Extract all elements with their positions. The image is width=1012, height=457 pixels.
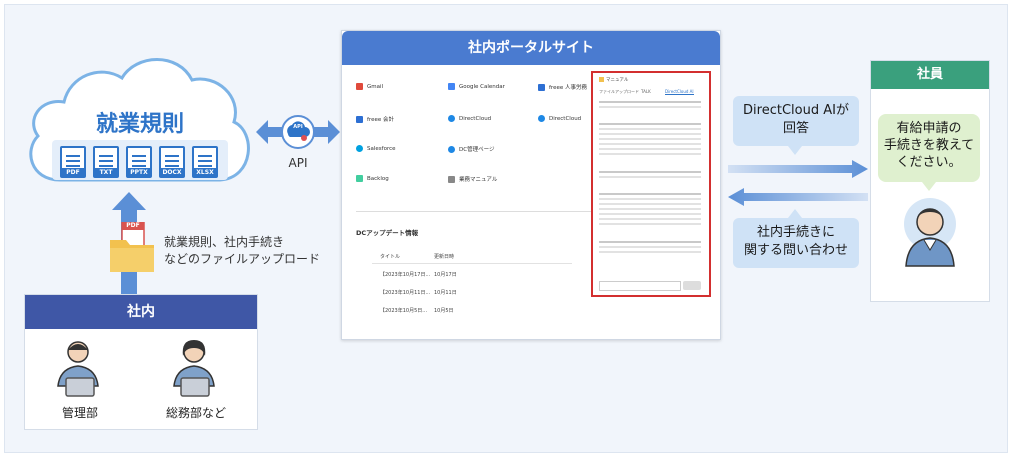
link-backlog[interactable]: Backlog xyxy=(356,175,389,182)
admin-person-icon xyxy=(57,341,99,397)
cloud-title: 就業規則 xyxy=(95,112,184,137)
link-gmail[interactable]: Gmail xyxy=(356,83,383,90)
inquiry-arrow xyxy=(728,188,868,206)
ai-reply-line1: DirectCloud AIが xyxy=(743,103,849,118)
api-badge: API xyxy=(293,124,303,130)
chat-message-lines xyxy=(599,101,701,103)
reply-arrow xyxy=(728,160,868,178)
update-row-date: 10月5日 xyxy=(434,308,454,314)
pptx-file-icon: PPTX xyxy=(126,146,152,178)
api-double-arrow xyxy=(256,115,340,149)
portal-window: 社内ポータルサイト Gmail Google Calendar freee 人事… xyxy=(341,30,721,340)
pdf-file-icon: PDF xyxy=(60,146,86,178)
ai-reply-line2: 回答 xyxy=(782,121,809,136)
question-line2: 手続きを教えて xyxy=(883,138,975,153)
chat-header: マニュアル xyxy=(599,77,628,83)
ai-reply-bubble-tail xyxy=(788,146,802,155)
question-bubble-tail xyxy=(922,182,936,191)
admin-label: 管理部 xyxy=(61,406,98,420)
update-row-title[interactable]: 【2023年10月11日... xyxy=(380,289,430,296)
link-google-calendar[interactable]: Google Calendar xyxy=(448,83,505,90)
chat-tab-upload[interactable]: ファイルアップロード xyxy=(599,89,639,95)
link-salesforce[interactable]: Salesforce xyxy=(356,145,396,152)
question-line1: 有給申請の xyxy=(896,121,962,136)
xlsx-file-icon: XLSX xyxy=(192,146,218,178)
question-line3: ください。 xyxy=(896,155,962,170)
question-bubble: 有給申請の 手続きを教えて ください。 xyxy=(878,114,980,182)
update-header-line xyxy=(372,263,572,264)
update-col-date: 更新日時 xyxy=(434,254,455,260)
link-freee-accounting[interactable]: freee 会計 xyxy=(356,115,394,123)
update-row-date: 10月17日 xyxy=(434,272,457,278)
link-directcloud-2[interactable]: DirectCloud xyxy=(538,115,581,122)
internal-title: 社内 xyxy=(25,295,257,329)
update-row-title[interactable]: 【2023年10月5日... xyxy=(380,307,427,314)
update-title: DCアップデート情報 xyxy=(356,229,419,237)
folder-icon xyxy=(599,77,604,82)
chat-send-button[interactable] xyxy=(683,281,701,290)
link-freee-hr[interactable]: freee 人事労務 xyxy=(538,83,587,91)
update-col-title: タイトル xyxy=(380,254,401,260)
update-row-date: 10月11日 xyxy=(434,290,457,296)
link-directcloud-1[interactable]: DirectCloud xyxy=(448,115,491,122)
portal-divider xyxy=(356,211,592,212)
portal-title: 社内ポータルサイト xyxy=(342,31,720,65)
chat-tab-talk[interactable]: TALK xyxy=(641,89,651,94)
link-dc-admin[interactable]: DC管理ページ xyxy=(448,145,494,153)
upload-caption: 就業規則、社内手続き などのファイルアップロード xyxy=(164,234,320,268)
upload-caption-line2: などのファイルアップロード xyxy=(164,252,321,266)
link-manual[interactable]: 業務マニュアル xyxy=(448,175,497,183)
pdf-tag: PDF xyxy=(126,222,140,229)
general-affairs-person-icon xyxy=(173,340,215,397)
chat-tab-ai[interactable]: DirectCloud AI xyxy=(665,89,694,95)
api-label: API xyxy=(288,156,308,170)
txt-file-icon: TXT xyxy=(93,146,119,178)
docx-file-icon: DOCX xyxy=(159,146,185,178)
ai-chat-panel: マニュアル ファイルアップロード TALK DirectCloud AI xyxy=(591,71,711,297)
general-affairs-label: 総務部など xyxy=(165,406,226,420)
upload-caption-line1: 就業規則、社内手続き xyxy=(164,235,285,249)
inquiry-line1: 社内手続きに xyxy=(756,225,835,240)
folder-icon xyxy=(110,222,154,272)
inquiry-bubble: 社内手続きに 関する問い合わせ xyxy=(733,218,859,268)
chat-input[interactable] xyxy=(599,281,681,291)
update-row-title[interactable]: 【2023年10月17日... xyxy=(380,271,430,278)
employee-person-icon xyxy=(904,198,956,267)
inquiry-line2: 関する問い合わせ xyxy=(743,243,848,258)
inquiry-bubble-tail xyxy=(788,209,802,218)
ai-reply-bubble: DirectCloud AIが 回答 xyxy=(733,96,859,146)
employee-title: 社員 xyxy=(871,61,989,89)
